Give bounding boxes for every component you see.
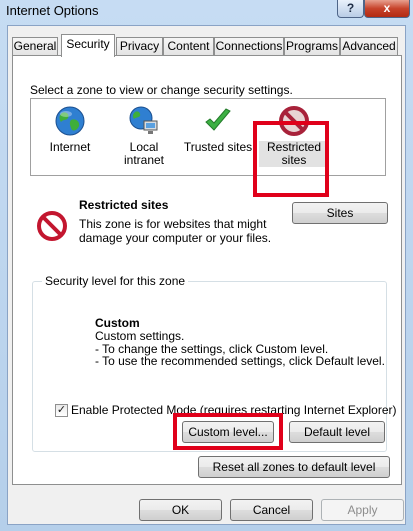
title-bar[interactable]: Internet Options ? x	[0, 0, 413, 24]
globe-icon	[55, 106, 85, 136]
security-level-description: Custom settings. - To change the setting…	[95, 330, 385, 368]
ok-button[interactable]: OK	[139, 499, 222, 521]
restricted-icon	[37, 211, 67, 241]
zone-label: Trusted sites	[183, 140, 253, 154]
security-level-title: Custom	[95, 316, 140, 330]
apply-button[interactable]: Apply	[321, 499, 404, 521]
close-button[interactable]: x	[364, 0, 410, 18]
internet-options-window: Internet Options ? x General Security Pr…	[0, 0, 413, 531]
dialog-client-area: General Security Privacy Content Connect…	[7, 25, 406, 525]
check-icon	[205, 108, 231, 131]
zone-local-intranet[interactable]: Local intranet	[109, 99, 179, 167]
default-level-button[interactable]: Default level	[289, 421, 385, 443]
tab-security[interactable]: Security	[61, 34, 115, 57]
protected-mode-checkbox[interactable]: ✓	[55, 404, 68, 417]
sites-button[interactable]: Sites	[292, 202, 388, 224]
reset-all-zones-button[interactable]: Reset all zones to default level	[198, 456, 390, 478]
tab-privacy[interactable]: Privacy	[116, 37, 163, 56]
zone-trusted-sites[interactable]: Trusted sites	[183, 99, 253, 154]
tab-content[interactable]: Content	[163, 37, 214, 56]
selected-zone-title: Restricted sites	[79, 198, 169, 212]
cancel-button[interactable]: Cancel	[230, 499, 313, 521]
intranet-globe-icon	[129, 106, 158, 134]
level-line: - To use the recommended settings, click…	[95, 354, 385, 368]
tab-programs[interactable]: Programs	[284, 37, 340, 56]
highlight-box-restricted	[253, 121, 329, 197]
zone-internet[interactable]: Internet	[35, 99, 105, 154]
tab-advanced[interactable]: Advanced	[340, 37, 398, 56]
zone-label: Internet	[49, 140, 91, 154]
level-line: Custom settings.	[95, 329, 185, 343]
help-button[interactable]: ?	[337, 0, 364, 18]
zone-list[interactable]: Internet Local intranet Trusted sites Re…	[30, 98, 386, 176]
zone-label: Local intranet	[123, 140, 165, 167]
security-tab-panel: Select a zone to view or change security…	[12, 55, 402, 485]
tab-connections[interactable]: Connections	[214, 37, 284, 56]
highlight-box-custom-level	[173, 413, 283, 450]
tab-general[interactable]: General	[12, 37, 58, 56]
window-title: Internet Options	[6, 3, 99, 18]
security-level-group-title: Security level for this zone	[42, 274, 189, 288]
zone-prompt: Select a zone to view or change security…	[30, 83, 293, 97]
selected-zone-description: This zone is for websites that might dam…	[79, 217, 272, 245]
